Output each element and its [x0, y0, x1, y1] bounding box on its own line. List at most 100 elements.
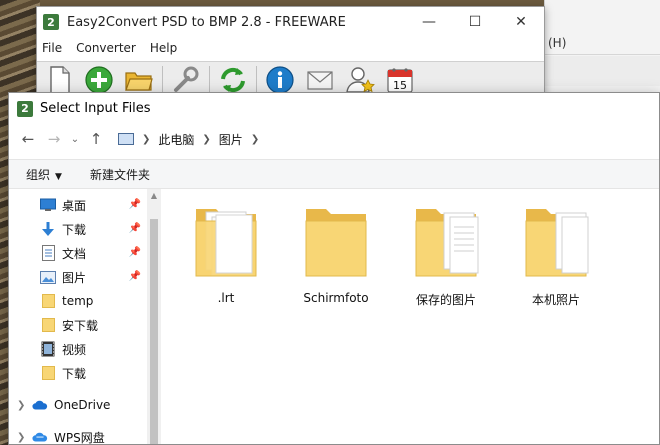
up-button[interactable]: ↑ — [83, 126, 109, 152]
open-folder-icon — [125, 71, 153, 91]
folder-icon — [415, 209, 479, 277]
file-list: .lrt Schirmfoto 保存的图片 本机照片 — [161, 189, 659, 444]
nav-item-label: 桌面 — [62, 198, 87, 213]
file-item-schirmfoto[interactable]: Schirmfoto — [288, 203, 384, 305]
folder-icon — [305, 209, 367, 277]
nav-item-downloads[interactable]: 下载 📌 — [9, 217, 147, 241]
download-icon — [40, 221, 56, 237]
nav-item-desktop[interactable]: 桌面 📌 — [9, 193, 147, 217]
nav-item-downloads-folder[interactable]: 下载 — [9, 361, 147, 385]
wps-cloud-icon — [32, 429, 48, 445]
file-item-label: 本机照片 — [531, 293, 580, 307]
window-controls: — ☐ ✕ — [406, 7, 544, 37]
menu-bar: File Converter Help — [37, 37, 544, 59]
maximize-button[interactable]: ☐ — [452, 7, 498, 37]
recent-locations-button[interactable]: ⌄ — [67, 126, 83, 152]
background-window: (H) — [544, 0, 660, 100]
file-item-lrt[interactable]: .lrt — [178, 203, 274, 305]
minimize-button[interactable]: — — [406, 7, 452, 37]
address-bar-row: ← → ⌄ ↑ ❯ 此电脑 ❯ 图片 ❯ — [9, 124, 659, 154]
nav-item-label: 视频 — [62, 342, 87, 357]
arrow-up-icon: ↑ — [89, 130, 103, 148]
expand-chevron-icon[interactable]: ❯ — [17, 432, 25, 443]
pin-icon: 📌 — [128, 199, 141, 210]
app-window: 2 Easy2Convert PSD to BMP 2.8 - FREEWARE… — [36, 6, 545, 97]
dialog-title: Select Input Files — [40, 101, 151, 116]
cloud-icon — [32, 397, 48, 413]
chevron-right-icon[interactable]: ❯ — [251, 134, 259, 145]
pictures-icon — [40, 269, 56, 285]
new-file-icon — [50, 65, 70, 94]
scrollbar-thumb[interactable] — [150, 219, 158, 444]
nav-item-label: WPS网盘 — [54, 430, 105, 445]
nav-item-pictures[interactable]: 图片 📌 — [9, 265, 147, 289]
forward-button[interactable]: → — [41, 126, 67, 152]
breadcrumb-pictures[interactable]: 图片 — [219, 131, 243, 148]
nav-item-onedrive[interactable]: ❯ OneDrive — [9, 393, 147, 417]
organize-label: 组织 — [26, 167, 51, 182]
arrow-right-icon: → — [47, 130, 61, 148]
chevron-right-icon[interactable]: ❯ — [202, 134, 210, 145]
folder-icon — [40, 293, 56, 309]
nav-item-label: 下载 — [62, 222, 87, 237]
calendar-icon: 15 — [387, 67, 413, 93]
document-icon — [40, 245, 56, 261]
close-button[interactable]: ✕ — [498, 7, 544, 37]
command-bar: 组织 ▼ 新建文件夹 — [9, 159, 659, 189]
mail-icon — [307, 70, 333, 90]
dialog-logo-icon: 2 — [17, 100, 33, 117]
nav-item-label: 安下载 — [62, 318, 99, 333]
dialog-title-bar[interactable]: 2 Select Input Files — [9, 93, 659, 124]
video-icon — [40, 341, 56, 357]
folder-icon — [195, 209, 257, 277]
nav-item-temp[interactable]: temp — [9, 289, 147, 313]
chevron-down-icon: ⌄ — [70, 133, 80, 145]
convert-icon — [221, 67, 245, 92]
navigation-scrollbar[interactable]: ▲ — [147, 189, 161, 444]
file-item-label: Schirmfoto — [303, 291, 369, 305]
select-input-files-dialog: 2 Select Input Files ← → ⌄ ↑ ❯ 此电脑 ❯ 图片 … — [8, 92, 660, 445]
caret-down-icon: ▼ — [55, 171, 62, 182]
navigation-pane: 桌面 📌 下载 📌 文档 📌 图片 📌 temp 安下载 视频 下载 ❯ One… — [9, 189, 161, 445]
menu-help[interactable]: Help — [150, 41, 177, 55]
chevron-right-icon[interactable]: ❯ — [142, 134, 150, 145]
arrow-left-icon: ← — [21, 130, 35, 148]
this-pc-icon — [118, 133, 134, 145]
pin-icon: 📌 — [128, 223, 141, 234]
nav-item-label: 下载 — [62, 366, 87, 381]
file-item-local-photos[interactable]: 本机照片 — [508, 203, 604, 308]
background-window-text: (H) — [548, 36, 567, 50]
desktop-icon — [40, 197, 56, 213]
address-bar[interactable]: ❯ 此电脑 ❯ 图片 ❯ — [113, 127, 659, 151]
calendar-day: 15 — [393, 79, 407, 92]
menu-file[interactable]: File — [42, 41, 62, 55]
file-item-label: 保存的图片 — [415, 293, 476, 307]
file-item-label: .lrt — [217, 291, 235, 305]
user-icon — [346, 66, 375, 93]
back-button[interactable]: ← — [15, 126, 41, 152]
nav-item-documents[interactable]: 文档 📌 — [9, 241, 147, 265]
nav-item-label: OneDrive — [54, 398, 111, 412]
folder-icon — [40, 317, 56, 333]
folder-icon — [525, 209, 589, 277]
nav-item-wps-cloud[interactable]: ❯ WPS网盘 — [9, 425, 147, 445]
app-logo-icon: 2 — [43, 14, 59, 30]
pin-icon: 📌 — [128, 271, 141, 282]
scroll-up-icon[interactable]: ▲ — [147, 191, 161, 200]
nav-item-videos[interactable]: 视频 — [9, 337, 147, 361]
breadcrumb-this-pc[interactable]: 此电脑 — [158, 131, 194, 148]
organize-button[interactable]: 组织 ▼ — [26, 166, 62, 183]
file-item-saved-pictures[interactable]: 保存的图片 — [398, 203, 494, 308]
wrench-icon — [174, 66, 199, 92]
nav-item-label: 图片 — [62, 270, 87, 285]
new-folder-button[interactable]: 新建文件夹 — [90, 166, 150, 183]
menu-converter[interactable]: Converter — [76, 41, 136, 55]
folder-icon — [40, 365, 56, 381]
pin-icon: 📌 — [128, 247, 141, 258]
info-icon — [266, 65, 294, 94]
add-icon — [85, 65, 113, 94]
expand-chevron-icon[interactable]: ❯ — [17, 400, 25, 411]
app-title: Easy2Convert PSD to BMP 2.8 - FREEWARE — [67, 14, 346, 30]
nav-item-anxiazai[interactable]: 安下载 — [9, 313, 147, 337]
nav-item-label: 文档 — [62, 246, 87, 261]
